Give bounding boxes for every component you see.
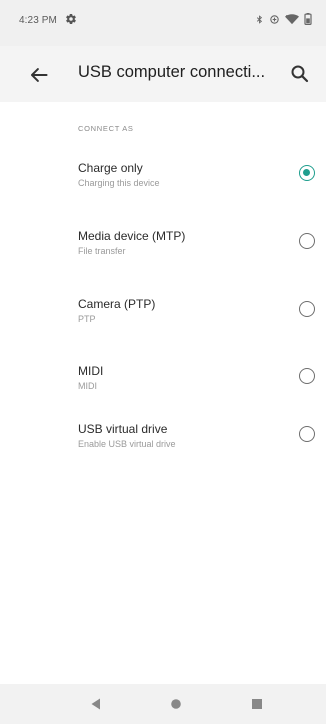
- radio-button[interactable]: [299, 233, 315, 249]
- option-subtitle: Enable USB virtual drive: [78, 439, 176, 449]
- arrow-back-icon[interactable]: [26, 62, 52, 88]
- option-title: USB virtual drive: [78, 422, 168, 436]
- nav-back-icon[interactable]: [88, 696, 104, 712]
- nav-recents-icon[interactable]: [249, 696, 265, 712]
- option-title: Charge only: [78, 161, 143, 175]
- option-midi[interactable]: MIDI MIDI: [0, 357, 326, 411]
- option-charge-only[interactable]: Charge only Charging this device: [0, 154, 326, 208]
- bluetooth-icon: [256, 14, 263, 24]
- option-subtitle: MIDI: [78, 381, 97, 391]
- section-header: CONNECT AS: [78, 124, 134, 133]
- battery-icon: [304, 13, 312, 25]
- option-title: Camera (PTP): [78, 297, 156, 311]
- page-title: USB computer connecti...: [78, 63, 266, 81]
- usb-connection-screen: 4:23 PM USB computer connecti... CONNECT…: [0, 0, 326, 724]
- navigation-bar: [0, 684, 326, 724]
- radio-button[interactable]: [299, 368, 315, 384]
- data-saver-icon: [270, 14, 279, 24]
- status-icons: [255, 13, 312, 25]
- option-subtitle: File transfer: [78, 246, 126, 256]
- radio-button-selected[interactable]: [299, 165, 315, 181]
- option-subtitle: PTP: [78, 314, 96, 324]
- option-title: Media device (MTP): [78, 229, 186, 243]
- app-bar: USB computer connecti...: [0, 46, 326, 102]
- search-icon[interactable]: [288, 62, 312, 86]
- status-bar: 4:23 PM: [0, 0, 326, 46]
- option-title: MIDI: [78, 364, 104, 378]
- radio-button[interactable]: [299, 301, 315, 317]
- nav-home-icon[interactable]: [168, 696, 184, 712]
- option-subtitle: Charging this device: [78, 178, 160, 188]
- option-media-device-mtp[interactable]: Media device (MTP) File transfer: [0, 222, 326, 276]
- radio-button[interactable]: [299, 426, 315, 442]
- settings-gear-icon: [66, 14, 76, 25]
- option-camera-ptp[interactable]: Camera (PTP) PTP: [0, 290, 326, 344]
- wifi-icon: [285, 13, 299, 24]
- option-usb-virtual-drive[interactable]: USB virtual drive Enable USB virtual dri…: [0, 415, 326, 469]
- status-time: 4:23 PM: [19, 15, 57, 26]
